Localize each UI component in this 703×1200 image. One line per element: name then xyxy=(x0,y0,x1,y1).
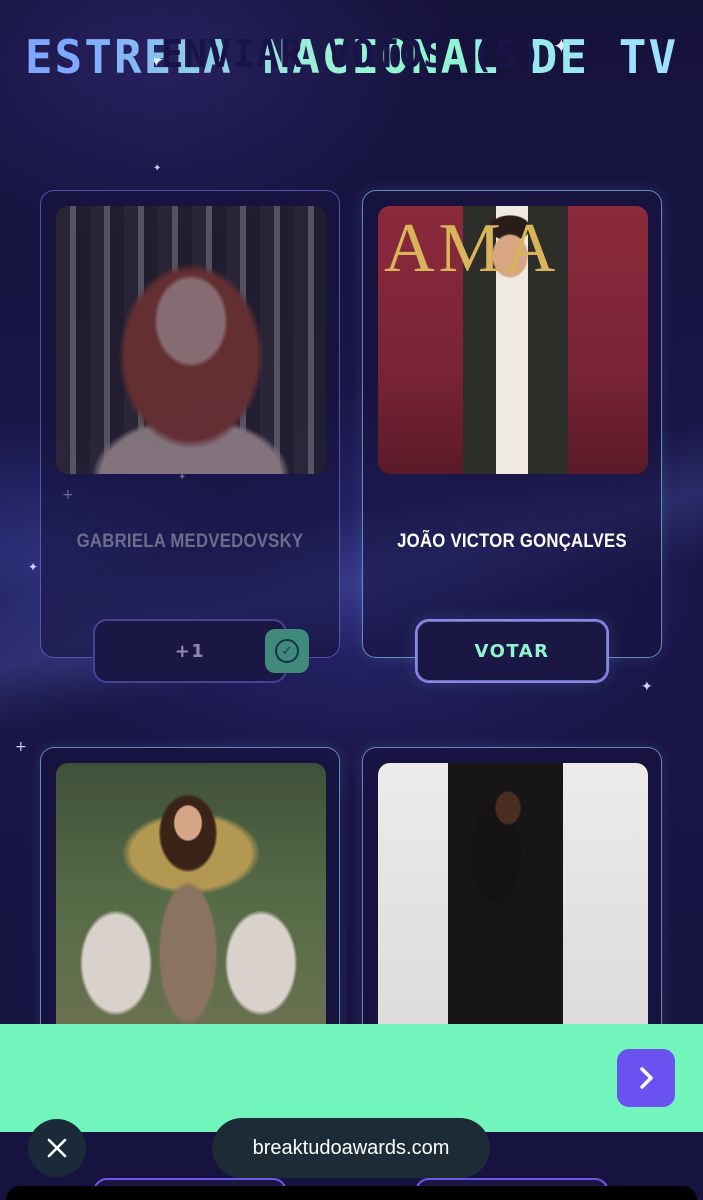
candidate-card: AMA JOÃO VICTOR GONÇALVES xyxy=(362,190,662,658)
candidate-card: GABRIELA MEDVEDOVSKY xyxy=(40,190,340,658)
voted-check-badge: ✓ xyxy=(265,629,309,673)
candidate-photo[interactable] xyxy=(56,763,326,1053)
candidate-name: JOÃO VICTOR GONÇALVES xyxy=(397,531,627,552)
backdrop-lettering: AMA xyxy=(384,210,560,287)
close-button[interactable] xyxy=(28,1119,86,1177)
sparkle-icon: ✦ xyxy=(153,163,162,174)
vote-plus-one-button[interactable]: +1 xyxy=(93,619,287,683)
portrait-photo-icon xyxy=(56,206,326,474)
sparkle-icon: + xyxy=(15,739,27,755)
sparkle-icon: ✦ xyxy=(641,679,653,695)
url-text: breaktudoawards.com xyxy=(252,1136,450,1159)
check-icon: ✓ xyxy=(275,639,299,663)
send-votes-bar[interactable] xyxy=(0,1024,703,1132)
candidate-photo[interactable] xyxy=(56,206,326,474)
candidate-photo[interactable] xyxy=(378,763,648,1053)
send-votes-label: ENVIAR VOTOS (5) xyxy=(160,32,543,76)
send-votes-arrow-button[interactable] xyxy=(617,1049,675,1107)
portrait-photo-icon xyxy=(56,763,326,1053)
vote-button[interactable]: VOTAR xyxy=(415,619,609,683)
close-icon xyxy=(47,1138,67,1158)
candidate-photo[interactable]: AMA xyxy=(378,206,648,474)
candidate-name: GABRIELA MEDVEDOVSKY xyxy=(76,531,304,552)
url-pill[interactable]: breaktudoawards.com xyxy=(212,1118,490,1178)
home-indicator-bar xyxy=(6,1186,697,1200)
chevron-right-icon xyxy=(640,1067,653,1089)
portrait-photo-icon xyxy=(378,763,648,1053)
sparkle-icon: ✦ xyxy=(28,560,39,574)
